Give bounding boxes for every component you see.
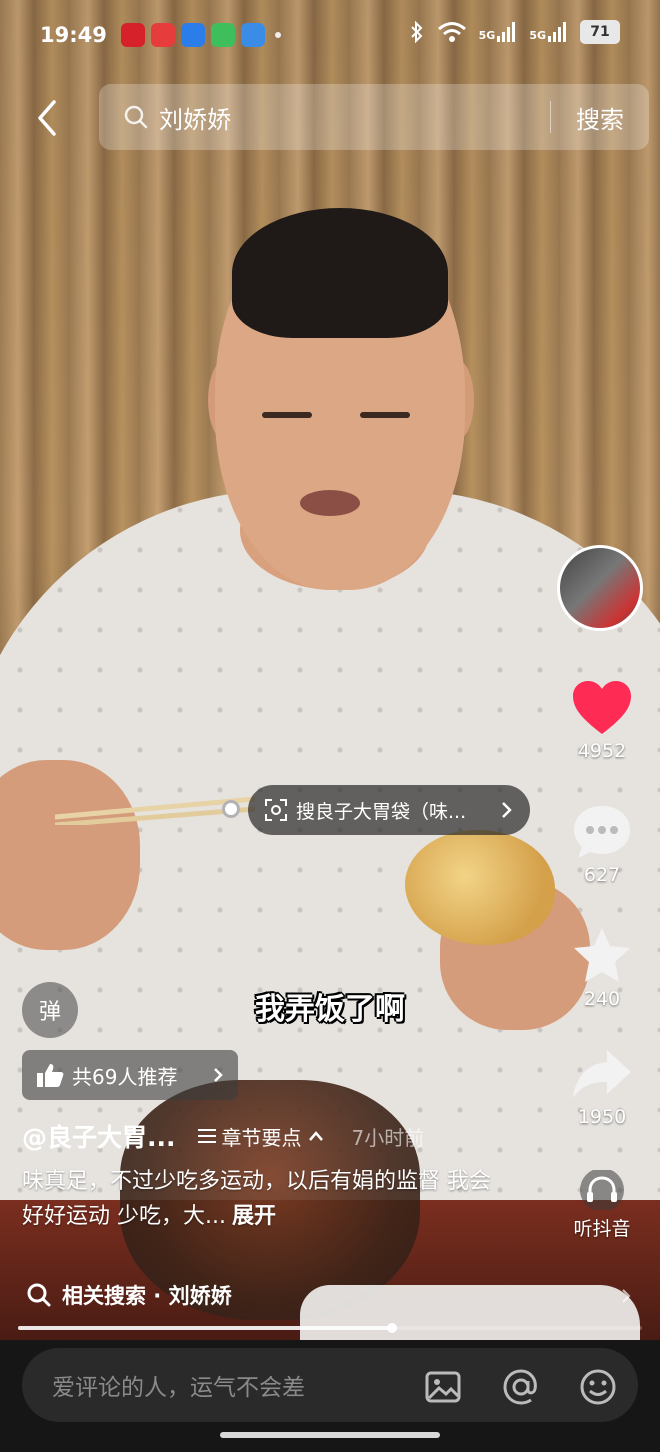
listen-label: 听抖音 [573, 1218, 631, 1240]
related-search-text: 相关搜索 · 刘娇娇 [62, 1284, 232, 1308]
author-row: @良子大胃... 章节要点 7小时前 [22, 1118, 424, 1154]
like-count: 4952 [577, 740, 627, 762]
person-hand-left [0, 760, 140, 950]
product-search-tag[interactable]: 搜良子大胃袋（味... [248, 785, 530, 835]
share-count: 1950 [577, 1106, 627, 1128]
share-icon [573, 1050, 631, 1098]
person-mouth [300, 490, 360, 516]
recommend-pill[interactable]: 共69人推荐 [22, 1050, 238, 1100]
network-label-2: 5G [529, 29, 546, 42]
signal-5g-2: 5G [529, 22, 568, 42]
person-eye-left [262, 412, 312, 418]
status-indicators: 5G 5G 71 [409, 20, 620, 44]
home-indicator[interactable] [220, 1432, 440, 1438]
video-progress-fill [18, 1326, 393, 1330]
search-icon [124, 105, 148, 129]
video-caption: 味真足，不过少吃多运动，以后有娟的监督 我会好好运动 少吃，大... 展开 [22, 1164, 512, 1234]
napkin [300, 1285, 640, 1340]
notification-app-icon [120, 23, 145, 47]
status-time: 19:49 [40, 23, 107, 47]
share-button[interactable]: 1950 [562, 1046, 642, 1128]
chapters-label: 章节要点 [221, 1125, 302, 1150]
product-anchor-dot [222, 800, 240, 818]
notification-app-icons [120, 23, 265, 47]
heart-icon [573, 681, 631, 734]
related-search[interactable]: 相关搜索 · 刘娇娇 [26, 1280, 232, 1310]
chevron-right-icon[interactable] [620, 1287, 632, 1305]
listen-button[interactable]: 听抖音 [562, 1170, 642, 1241]
expand-caption-button[interactable]: 展开 [232, 1204, 276, 1229]
author-name[interactable]: @良子大胃... [22, 1118, 176, 1154]
search-icon [27, 1283, 51, 1307]
back-button[interactable] [28, 96, 68, 140]
notification-app-icon [210, 23, 235, 47]
like-button[interactable]: 4952 [562, 680, 642, 762]
chapters-toggle[interactable]: 章节要点 [197, 1122, 324, 1151]
comment-placeholder: 爱评论的人，运气不会差 [52, 1375, 305, 1401]
emoji-icon[interactable] [579, 1368, 617, 1406]
search-button[interactable]: 搜索 [551, 100, 649, 135]
notification-app-icon [150, 23, 175, 47]
bluetooth-icon [410, 21, 423, 43]
notification-app-icon [240, 23, 265, 47]
more-notifications-dot [274, 32, 281, 38]
danmu-toggle-button[interactable]: 弹 [22, 982, 78, 1038]
comment-icon [574, 806, 630, 858]
signal-bars-icon [548, 22, 566, 42]
list-icon [197, 1129, 216, 1143]
signal-bars-icon [497, 22, 516, 42]
danmu-label: 弹 [38, 1000, 61, 1025]
chevron-right-icon [214, 1068, 223, 1082]
search-input[interactable]: 刘娇娇 [159, 100, 550, 135]
chevron-up-icon [308, 1131, 323, 1141]
notification-app-icon [180, 23, 205, 47]
author-avatar[interactable] [557, 545, 643, 631]
thumbs-up-icon [37, 1064, 64, 1087]
image-icon[interactable] [424, 1368, 462, 1406]
person-hair [232, 208, 448, 338]
headphones-icon [580, 1170, 624, 1210]
wifi-icon [437, 22, 466, 42]
comment-count: 627 [583, 864, 621, 886]
mention-icon[interactable] [502, 1368, 540, 1406]
scan-icon [265, 799, 287, 821]
star-icon [574, 928, 630, 982]
posted-time: 7小时前 [351, 1125, 425, 1150]
chevron-right-icon [502, 802, 512, 818]
video-subtitle: 我弄饭了啊 [255, 992, 405, 1027]
comment-input[interactable]: 爱评论的人，运气不会差 [22, 1348, 638, 1422]
product-tag-text: 搜良子大胃袋（味... [296, 800, 467, 823]
network-label-1: 5G [478, 29, 496, 42]
search-bar[interactable]: 刘娇娇 搜索 [99, 84, 649, 150]
person-eye-right [360, 412, 410, 418]
battery-indicator: 71 [580, 20, 620, 44]
comment-button[interactable]: 627 [562, 804, 642, 886]
recommend-text: 共69人推荐 [72, 1064, 178, 1089]
video-progress-bar[interactable] [18, 1323, 642, 1333]
signal-5g-1: 5G [479, 22, 518, 42]
